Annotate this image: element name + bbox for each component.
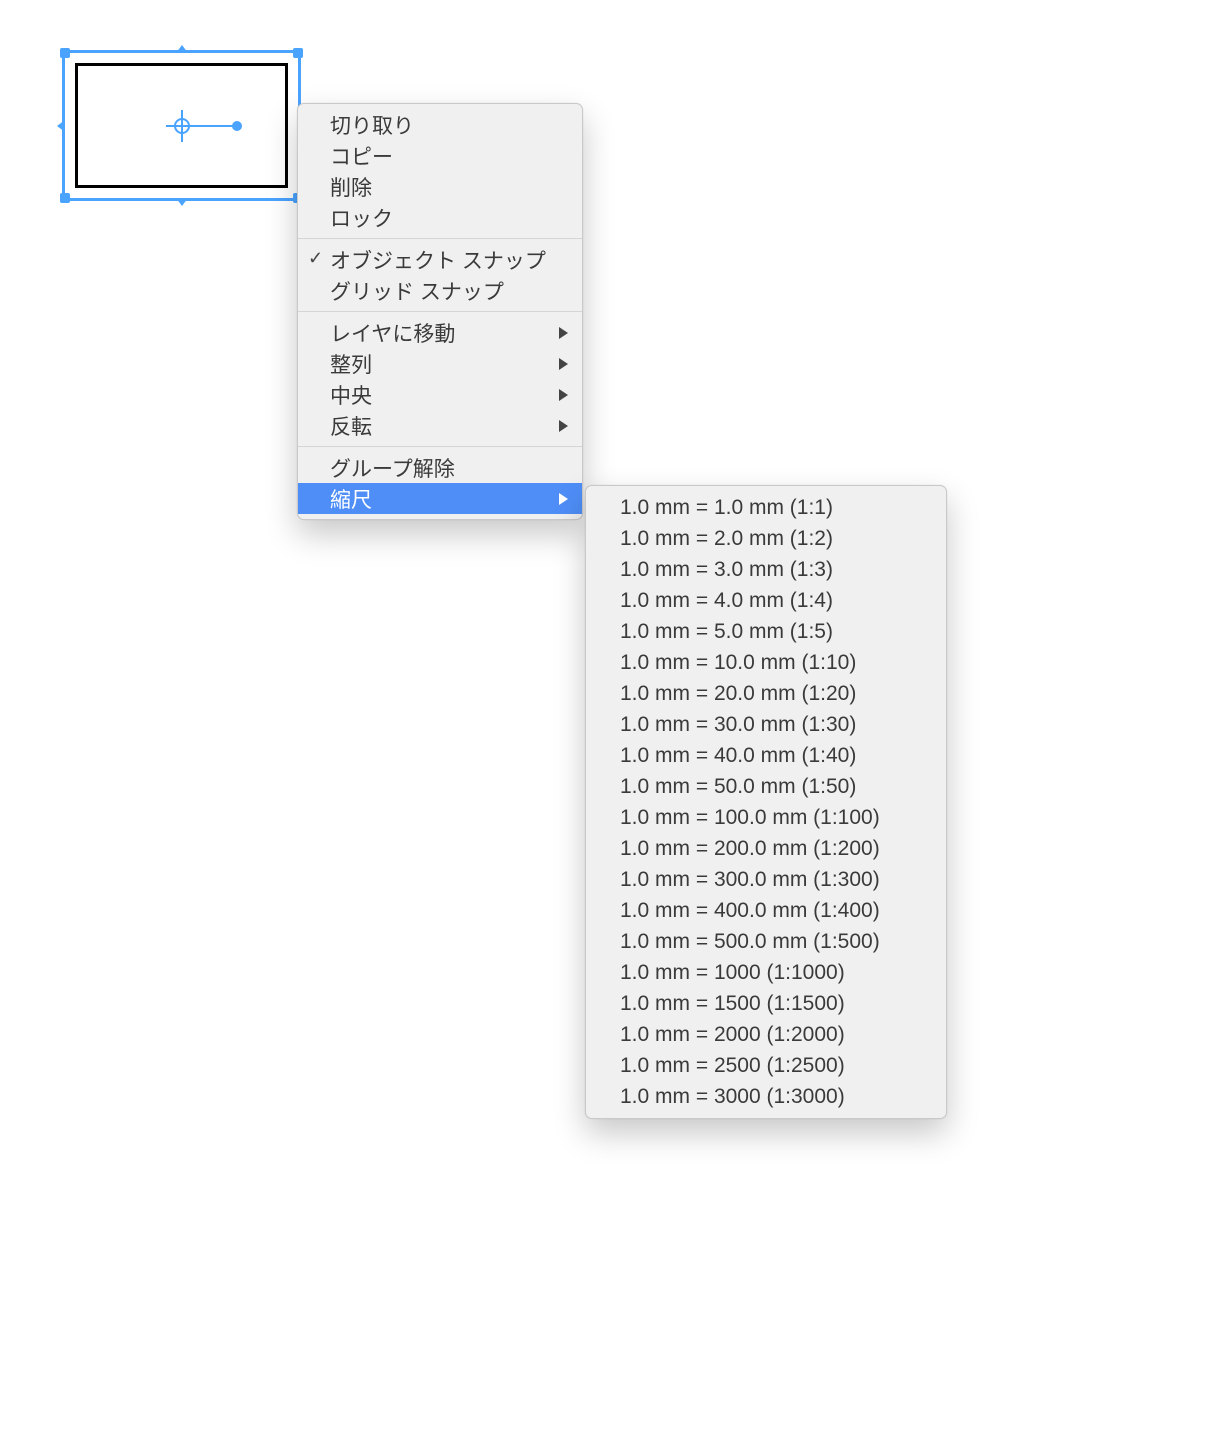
scale-option[interactable]: 1.0 mm = 400.0 mm (1:400) (586, 895, 946, 926)
scale-option[interactable]: 1.0 mm = 1.0 mm (1:1) (586, 492, 946, 523)
scale-submenu: 1.0 mm = 1.0 mm (1:1) 1.0 mm = 2.0 mm (1… (585, 485, 947, 1119)
scale-option-label: 1.0 mm = 1000 (1:1000) (620, 961, 845, 985)
scale-option-label: 1.0 mm = 4.0 mm (1:4) (620, 589, 833, 613)
scale-option-label: 1.0 mm = 2000 (1:2000) (620, 1023, 845, 1047)
resize-handle-top-left[interactable] (60, 48, 70, 58)
menu-separator (298, 311, 582, 312)
scale-option[interactable]: 1.0 mm = 4.0 mm (1:4) (586, 585, 946, 616)
scale-option[interactable]: 1.0 mm = 5.0 mm (1:5) (586, 616, 946, 647)
selected-object[interactable] (62, 50, 301, 201)
rotation-handle[interactable] (232, 121, 242, 131)
resize-handle-left[interactable] (57, 120, 65, 132)
menu-item-label: ロック (330, 203, 393, 233)
menu-separator (298, 238, 582, 239)
menu-item-object-snap[interactable]: ✓ オブジェクト スナップ (298, 244, 582, 275)
scale-option[interactable]: 1.0 mm = 30.0 mm (1:30) (586, 709, 946, 740)
scale-option[interactable]: 1.0 mm = 40.0 mm (1:40) (586, 740, 946, 771)
scale-option[interactable]: 1.0 mm = 300.0 mm (1:300) (586, 864, 946, 895)
resize-handle-bottom-left[interactable] (60, 193, 70, 203)
scale-option-label: 1.0 mm = 5.0 mm (1:5) (620, 620, 833, 644)
resize-handle-top-right[interactable] (293, 48, 303, 58)
scale-option[interactable]: 1.0 mm = 200.0 mm (1:200) (586, 833, 946, 864)
menu-item-move-to-layer[interactable]: レイヤに移動 (298, 317, 582, 348)
menu-item-ungroup[interactable]: グループ解除 (298, 452, 582, 483)
scale-option-label: 1.0 mm = 2.0 mm (1:2) (620, 527, 833, 551)
scale-option[interactable]: 1.0 mm = 2500 (1:2500) (586, 1050, 946, 1081)
scale-option[interactable]: 1.0 mm = 500.0 mm (1:500) (586, 926, 946, 957)
scale-option-label: 1.0 mm = 500.0 mm (1:500) (620, 930, 880, 954)
scale-option[interactable]: 1.0 mm = 2000 (1:2000) (586, 1019, 946, 1050)
scale-option-label: 1.0 mm = 3.0 mm (1:3) (620, 558, 833, 582)
menu-item-label: 反転 (330, 411, 372, 441)
scale-option-label: 1.0 mm = 2500 (1:2500) (620, 1054, 845, 1078)
menu-item-cut[interactable]: 切り取り (298, 109, 582, 140)
menu-item-flip[interactable]: 反転 (298, 410, 582, 441)
submenu-arrow-icon (559, 493, 568, 505)
menu-item-lock[interactable]: ロック (298, 202, 582, 233)
menu-item-scale[interactable]: 縮尺 (298, 483, 582, 514)
scale-option[interactable]: 1.0 mm = 10.0 mm (1:10) (586, 647, 946, 678)
menu-item-label: 中央 (330, 380, 372, 410)
scale-option-label: 1.0 mm = 200.0 mm (1:200) (620, 837, 880, 861)
context-menu: 切り取り コピー 削除 ロック ✓ オブジェクト スナップ グリッド スナップ … (297, 103, 583, 520)
scale-option[interactable]: 1.0 mm = 2.0 mm (1:2) (586, 523, 946, 554)
menu-item-label: レイヤに移動 (330, 318, 455, 348)
scale-option-label: 1.0 mm = 10.0 mm (1:10) (620, 651, 856, 675)
submenu-arrow-icon (559, 389, 568, 401)
scale-option[interactable]: 1.0 mm = 1000 (1:1000) (586, 957, 946, 988)
scale-option-label: 1.0 mm = 1.0 mm (1:1) (620, 496, 833, 520)
menu-item-label: 縮尺 (330, 484, 372, 514)
scale-option-label: 1.0 mm = 300.0 mm (1:300) (620, 868, 880, 892)
rotation-handle-line (182, 125, 237, 127)
submenu-arrow-icon (559, 358, 568, 370)
menu-item-label: コピー (330, 141, 393, 171)
menu-item-center[interactable]: 中央 (298, 379, 582, 410)
menu-item-copy[interactable]: コピー (298, 140, 582, 171)
menu-item-label: グリッド スナップ (330, 276, 504, 306)
scale-option[interactable]: 1.0 mm = 50.0 mm (1:50) (586, 771, 946, 802)
scale-option-label: 1.0 mm = 400.0 mm (1:400) (620, 899, 880, 923)
scale-option[interactable]: 1.0 mm = 3.0 mm (1:3) (586, 554, 946, 585)
scale-option[interactable]: 1.0 mm = 3000 (1:3000) (586, 1081, 946, 1112)
scale-option[interactable]: 1.0 mm = 20.0 mm (1:20) (586, 678, 946, 709)
scale-option-label: 1.0 mm = 3000 (1:3000) (620, 1085, 845, 1109)
menu-item-grid-snap[interactable]: グリッド スナップ (298, 275, 582, 306)
scale-option[interactable]: 1.0 mm = 1500 (1:1500) (586, 988, 946, 1019)
menu-item-align[interactable]: 整列 (298, 348, 582, 379)
scale-option-label: 1.0 mm = 20.0 mm (1:20) (620, 682, 856, 706)
submenu-arrow-icon (559, 327, 568, 339)
submenu-arrow-icon (559, 420, 568, 432)
scale-option-label: 1.0 mm = 50.0 mm (1:50) (620, 775, 856, 799)
menu-item-delete[interactable]: 削除 (298, 171, 582, 202)
menu-item-label: 削除 (330, 172, 372, 202)
scale-option-label: 1.0 mm = 40.0 mm (1:40) (620, 744, 856, 768)
scale-option-label: 1.0 mm = 100.0 mm (1:100) (620, 806, 880, 830)
menu-item-label: グループ解除 (330, 453, 455, 483)
menu-item-label: オブジェクト スナップ (330, 245, 546, 275)
scale-option-label: 1.0 mm = 30.0 mm (1:30) (620, 713, 856, 737)
scale-option[interactable]: 1.0 mm = 100.0 mm (1:100) (586, 802, 946, 833)
resize-handle-bottom[interactable] (176, 198, 188, 206)
menu-item-label: 整列 (330, 349, 372, 379)
scale-option-label: 1.0 mm = 1500 (1:1500) (620, 992, 845, 1016)
menu-separator (298, 446, 582, 447)
menu-item-label: 切り取り (330, 110, 414, 140)
checkmark-icon: ✓ (308, 248, 323, 269)
resize-handle-top[interactable] (176, 45, 188, 53)
